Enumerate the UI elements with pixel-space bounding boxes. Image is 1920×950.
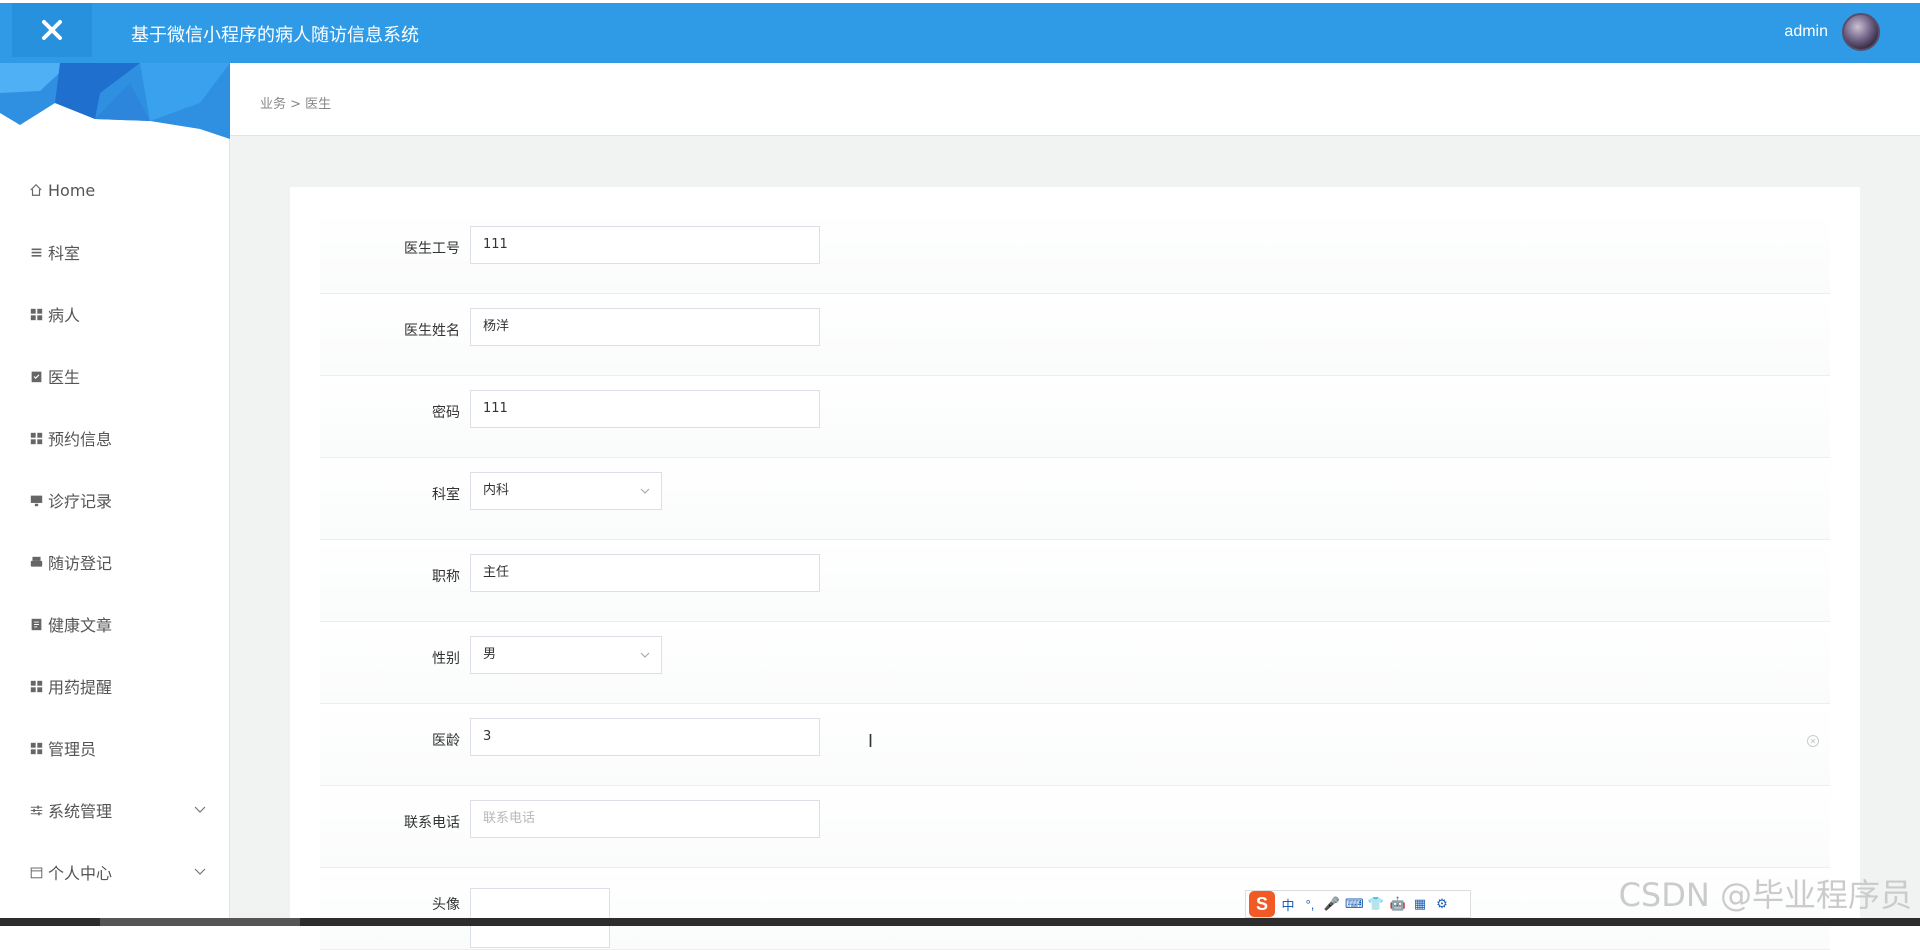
sidebar-item-label: 医生 [48, 368, 81, 387]
field-label: 职称 [432, 569, 460, 585]
clipboard-icon [28, 368, 44, 384]
sidebar-item-followup[interactable]: 随访登记 [0, 531, 229, 593]
sidebar-item-admin[interactable]: 管理员 [0, 717, 229, 779]
home-icon [28, 182, 44, 198]
list-icon [28, 244, 44, 260]
sidebar-item-label: Home [48, 180, 96, 200]
sidebar-item-medication[interactable]: 用药提醒 [0, 655, 229, 717]
sidebar-item-records[interactable]: 诊疗记录 [0, 469, 229, 531]
doctor-form: 医生工号 111 医生姓名 杨洋 密码 111 科室 内科 职称 主任 性别 男 [290, 187, 1860, 950]
main-content: 业务 > 医生 医生工号 111 医生姓名 杨洋 密码 111 科室 内科 职称… [230, 63, 1920, 950]
ime-settings-icon[interactable]: ⚙ [1433, 896, 1451, 912]
app-title: 基于微信小程序的病人随访信息系统 [131, 25, 419, 46]
grid-icon [28, 678, 44, 694]
ime-assistant-icon[interactable]: 🤖 [1389, 896, 1407, 912]
sidebar-item-home[interactable]: Home [0, 159, 229, 221]
grid-icon [28, 740, 44, 756]
field-label: 医生姓名 [404, 323, 460, 339]
years-input[interactable]: 3 [470, 718, 820, 756]
field-label: 科室 [432, 487, 460, 503]
sidebar-item-label: 健康文章 [48, 616, 113, 635]
breadcrumb: 业务 > 医生 [260, 97, 332, 112]
gender-select-value: 男 [483, 647, 497, 662]
department-select-value: 内科 [483, 483, 510, 498]
grid-icon [28, 306, 44, 322]
sidebar: Home 科室 病人 医生 预约信息 诊疗记录 随访登记 健康文章 用药提醒 管… [0, 63, 230, 926]
ime-chinese-toggle[interactable]: 中 [1279, 895, 1297, 914]
ime-punctuation-icon[interactable]: °, [1301, 897, 1319, 912]
field-label: 密码 [432, 405, 460, 421]
sidebar-item-label: 用药提醒 [48, 678, 113, 697]
title-input[interactable]: 主任 [470, 554, 820, 592]
form-row-title: 职称 主任 [320, 540, 1830, 622]
sidebar-item-label: 诊疗记录 [48, 492, 113, 511]
sidebar-item-label: 预约信息 [48, 430, 113, 449]
sidebar-nav: Home 科室 病人 医生 预约信息 诊疗记录 随访登记 健康文章 用药提醒 管… [0, 159, 229, 903]
field-label: 性别 [432, 651, 460, 667]
sidebar-banner [0, 63, 230, 139]
sidebar-item-department[interactable]: 科室 [0, 221, 229, 283]
gender-select[interactable]: 男 [470, 636, 662, 674]
user-menu[interactable]: admin [1784, 13, 1880, 51]
chevron-down-icon [640, 652, 650, 658]
field-label: 联系电话 [404, 815, 460, 831]
ime-skin-icon[interactable]: 👕 [1367, 896, 1385, 912]
sidebar-item-label: 病人 [48, 306, 81, 325]
form-row-avatar: 头像 [320, 868, 1830, 950]
sidebar-item-doctor[interactable]: 医生 [0, 345, 229, 407]
doctor-name-input[interactable]: 杨洋 [470, 308, 820, 346]
sliders-icon [28, 802, 44, 818]
sidebar-item-articles[interactable]: 健康文章 [0, 593, 229, 655]
chevron-down-icon [640, 488, 650, 494]
clear-icon[interactable] [1806, 734, 1820, 748]
department-select[interactable]: 内科 [470, 472, 662, 510]
sidebar-item-label: 随访登记 [48, 554, 113, 573]
document-icon [28, 616, 44, 632]
ime-toolbar: S 中 °, 🎤 ⌨ 👕 🤖 ▦ ⚙ [1245, 890, 1471, 918]
breadcrumb-bar: 业务 > 医生 [230, 63, 1920, 136]
monitor-icon [28, 492, 44, 508]
chevron-down-icon[interactable] [193, 865, 207, 879]
password-input[interactable]: 111 [470, 390, 820, 428]
text-cursor-icon: I [868, 731, 874, 751]
sidebar-item-label: 个人中心 [48, 864, 113, 883]
doctor-id-input[interactable]: 111 [470, 226, 820, 264]
form-row-phone: 联系电话 联系电话 [320, 786, 1830, 868]
form-row-doctor-name: 医生姓名 杨洋 [320, 294, 1830, 376]
form-row-years: 医龄 3 I [320, 704, 1830, 786]
sidebar-item-patient[interactable]: 病人 [0, 283, 229, 345]
field-label: 头像 [432, 897, 460, 913]
close-icon [42, 20, 62, 40]
sidebar-item-system[interactable]: 系统管理 [0, 779, 229, 841]
printer-icon [28, 554, 44, 570]
app-header: 基于微信小程序的病人随访信息系统 admin [0, 3, 1920, 63]
taskbar-segment [100, 918, 300, 926]
sidebar-item-label: 系统管理 [48, 802, 113, 821]
grid-icon [28, 430, 44, 446]
watermark: CSDN @毕业程序员 [1618, 876, 1912, 914]
sidebar-item-profile[interactable]: 个人中心 [0, 841, 229, 903]
taskbar-strip [0, 918, 1920, 926]
close-button[interactable] [12, 3, 92, 57]
form-row-password: 密码 111 [320, 376, 1830, 458]
ime-logo-icon[interactable]: S [1249, 891, 1275, 917]
sidebar-item-appointment[interactable]: 预约信息 [0, 407, 229, 469]
calendar-icon [28, 864, 44, 880]
ime-keyboard-icon[interactable]: ⌨ [1345, 896, 1364, 912]
form-row-department: 科室 内科 [320, 458, 1830, 540]
field-label: 医生工号 [404, 241, 460, 257]
avatar[interactable] [1842, 13, 1880, 51]
chevron-down-icon[interactable] [193, 803, 207, 817]
ime-microphone-icon[interactable]: 🎤 [1323, 896, 1341, 912]
form-row-gender: 性别 男 [320, 622, 1830, 704]
field-label: 医龄 [432, 733, 460, 749]
phone-input[interactable]: 联系电话 [470, 800, 820, 838]
ime-grid-icon[interactable]: ▦ [1411, 896, 1429, 912]
form-row-doctor-id: 医生工号 111 [320, 212, 1830, 294]
sidebar-item-label: 科室 [48, 244, 81, 263]
username[interactable]: admin [1784, 23, 1828, 41]
sidebar-item-label: 管理员 [48, 740, 97, 759]
